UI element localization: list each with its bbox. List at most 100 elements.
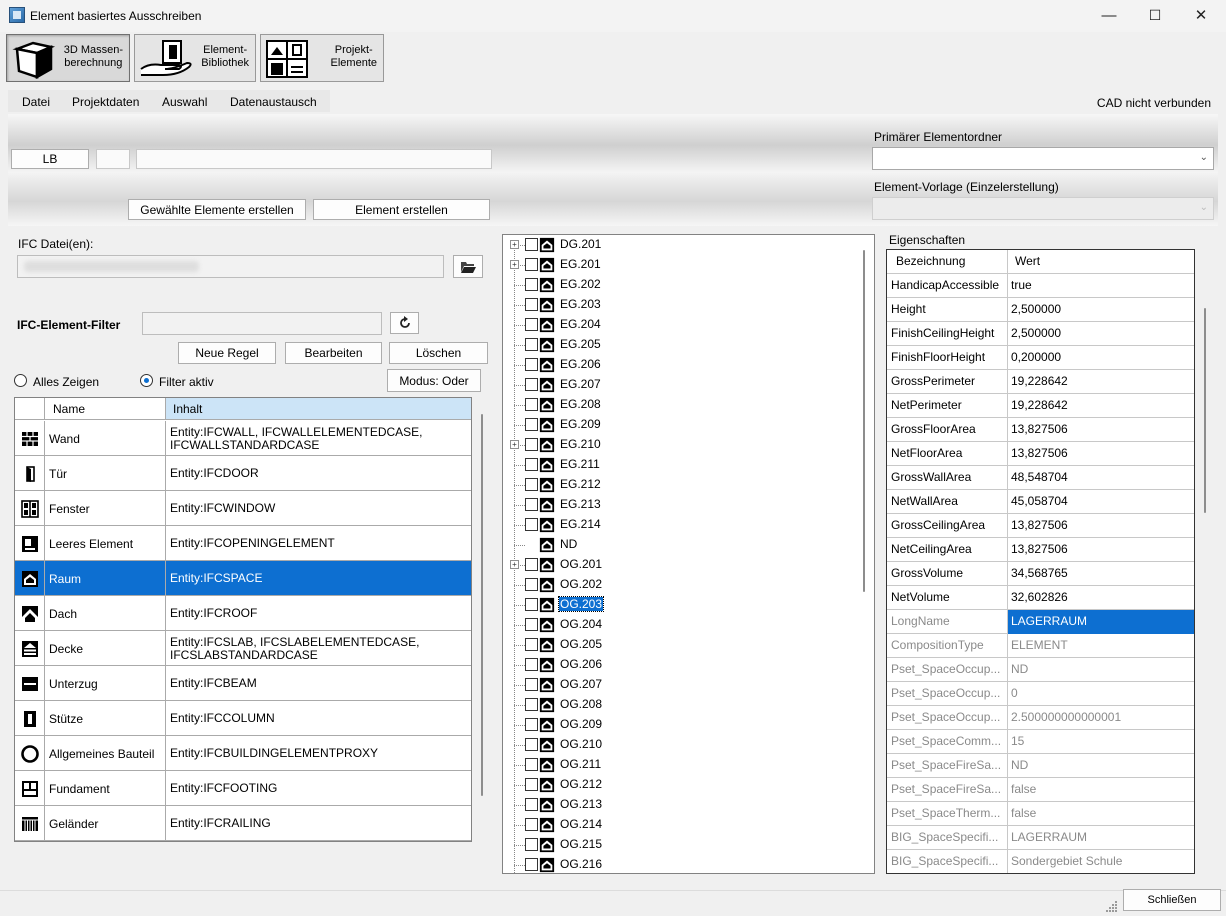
tree-item[interactable]: EG.206 [503, 355, 853, 375]
property-row[interactable]: NetPerimeter 19,228642 [887, 394, 1194, 418]
filter-table-scrollbar[interactable] [481, 414, 483, 796]
tree-checkbox[interactable] [525, 458, 538, 471]
close-window-button[interactable]: ✕ [1178, 0, 1224, 32]
tree-item[interactable]: + EG.210 [503, 435, 853, 455]
tree-item[interactable]: EG.212 [503, 475, 853, 495]
primary-folder-dropdown[interactable]: ⌄ [872, 147, 1214, 170]
tree-item[interactable]: OG.216 [503, 855, 853, 873]
tree-checkbox[interactable] [525, 438, 538, 451]
new-rule-button[interactable]: Neue Regel [178, 342, 276, 364]
property-row[interactable]: Pset_SpaceOccup... 0 [887, 682, 1194, 706]
tree-checkbox[interactable] [525, 738, 538, 751]
tree-checkbox[interactable] [525, 638, 538, 651]
property-row[interactable]: Pset_SpaceComm... 15 [887, 730, 1194, 754]
property-row[interactable]: GrossWallArea 48,548704 [887, 466, 1194, 490]
tree-item[interactable]: OG.203 [503, 595, 853, 615]
tree-item[interactable]: OG.210 [503, 735, 853, 755]
show-all-radio[interactable] [14, 374, 27, 387]
table-row[interactable]: Raum Entity:IFCSPACE [15, 561, 471, 596]
properties-header-name[interactable]: Bezeichnung [887, 250, 1008, 274]
filter-mode-button[interactable]: Modus: Oder [387, 369, 481, 392]
property-row[interactable]: FinishFloorHeight 0,200000 [887, 346, 1194, 370]
tree-item[interactable]: EG.213 [503, 495, 853, 515]
table-row[interactable]: Stütze Entity:IFCCOLUMN [15, 701, 471, 736]
tree-checkbox[interactable] [525, 258, 538, 271]
create-element-button[interactable]: Element erstellen [313, 199, 490, 220]
table-row[interactable]: Unterzug Entity:IFCBEAM [15, 666, 471, 701]
tree-expander[interactable]: + [510, 260, 519, 269]
property-row[interactable]: NetVolume 32,602826 [887, 586, 1194, 610]
resize-grip-icon[interactable] [1104, 898, 1118, 912]
tree-checkbox[interactable] [525, 378, 538, 391]
menu-auswahl[interactable]: Auswahl [162, 95, 207, 109]
tree-item[interactable]: EG.209 [503, 415, 853, 435]
toolbar-button-element-bibliothek[interactable]: Element- Bibliothek [134, 34, 256, 82]
property-row[interactable]: LongName LAGERRAUM [887, 610, 1194, 634]
tree-expander[interactable]: + [510, 440, 519, 449]
tree-checkbox[interactable] [525, 318, 538, 331]
tree-checkbox[interactable] [525, 418, 538, 431]
tree-checkbox[interactable] [525, 658, 538, 671]
tree-item[interactable]: OG.207 [503, 675, 853, 695]
table-row[interactable]: Leeres Element Entity:IFCOPENINGELEMENT [15, 526, 471, 561]
tree-checkbox[interactable] [525, 498, 538, 511]
delete-rule-button[interactable]: Löschen [389, 342, 488, 364]
tree-item[interactable]: OG.206 [503, 655, 853, 675]
tree-checkbox[interactable] [525, 818, 538, 831]
table-row[interactable]: Fundament Entity:IFCFOOTING [15, 771, 471, 806]
properties-header-value[interactable]: Wert [1008, 250, 1194, 274]
filter-input[interactable] [142, 312, 382, 335]
tree-checkbox[interactable] [525, 778, 538, 791]
menu-datei[interactable]: Datei [22, 95, 50, 109]
property-row[interactable]: NetFloorArea 13,827506 [887, 442, 1194, 466]
tree-item[interactable]: OG.213 [503, 795, 853, 815]
tree-item[interactable]: EG.202 [503, 275, 853, 295]
property-row[interactable]: CompositionType ELEMENT [887, 634, 1194, 658]
tree-checkbox[interactable] [525, 798, 538, 811]
property-row[interactable]: Pset_SpaceOccup... 2.500000000000001 [887, 706, 1194, 730]
menu-projektdaten[interactable]: Projektdaten [72, 95, 139, 109]
table-row[interactable]: Tür Entity:IFCDOOR [15, 456, 471, 491]
tree-item[interactable]: EG.203 [503, 295, 853, 315]
tree-checkbox[interactable] [525, 298, 538, 311]
tree-checkbox[interactable] [525, 558, 538, 571]
ifc-browse-button[interactable] [453, 255, 483, 278]
tree-checkbox[interactable] [525, 858, 538, 871]
tree-item[interactable]: + DG.201 [503, 235, 853, 255]
template-dropdown[interactable]: ⌄ [872, 197, 1214, 220]
tree-item[interactable]: OG.211 [503, 755, 853, 775]
tree-item[interactable]: EG.211 [503, 455, 853, 475]
property-row[interactable]: Pset_SpaceTherm... false [887, 802, 1194, 826]
table-row[interactable]: Geländer Entity:IFCRAILING [15, 806, 471, 841]
tree-item[interactable]: ND [503, 535, 853, 555]
tree-item[interactable]: EG.208 [503, 395, 853, 415]
table-row[interactable]: Dach Entity:IFCROOF [15, 596, 471, 631]
filter-reset-button[interactable] [390, 312, 419, 334]
table-row[interactable]: Allgemeines Bauteil Entity:IFCBUILDINGELE… [15, 736, 471, 771]
property-row[interactable]: GrossPerimeter 19,228642 [887, 370, 1194, 394]
filter-active-radio[interactable] [140, 374, 153, 387]
tree-checkbox[interactable] [525, 338, 538, 351]
tree-item[interactable]: EG.207 [503, 375, 853, 395]
property-row[interactable]: Pset_SpaceFireSa... false [887, 778, 1194, 802]
tree-checkbox[interactable] [525, 478, 538, 491]
tree-item[interactable]: OG.202 [503, 575, 853, 595]
lb-field[interactable] [96, 149, 130, 169]
tree-checkbox[interactable] [525, 678, 538, 691]
maximize-button[interactable]: ☐ [1132, 0, 1178, 32]
tree-item[interactable]: OG.205 [503, 635, 853, 655]
property-row[interactable]: BIG_SpaceSpecifi... LAGERRAUM [887, 826, 1194, 850]
tree-item[interactable]: OG.209 [503, 715, 853, 735]
tree-expander[interactable]: + [510, 560, 519, 569]
tree-checkbox[interactable] [525, 598, 538, 611]
tree-item[interactable]: + EG.201 [503, 255, 853, 275]
tree-item[interactable]: EG.214 [503, 515, 853, 535]
tree-item[interactable]: OG.208 [503, 695, 853, 715]
table-row[interactable]: Decke Entity:IFCSLAB, IFCSLABELEMENTEDCAS… [15, 631, 471, 666]
menu-datenaustausch[interactable]: Datenaustausch [230, 95, 317, 109]
create-selected-elements-button[interactable]: Gewählte Elemente erstellen [128, 199, 306, 220]
tree-item[interactable]: OG.212 [503, 775, 853, 795]
property-row[interactable]: BIG_SpaceSpecifi... Sondergebiet Schule [887, 850, 1194, 873]
tree-checkbox[interactable] [525, 238, 538, 251]
property-row[interactable]: GrossFloorArea 13,827506 [887, 418, 1194, 442]
